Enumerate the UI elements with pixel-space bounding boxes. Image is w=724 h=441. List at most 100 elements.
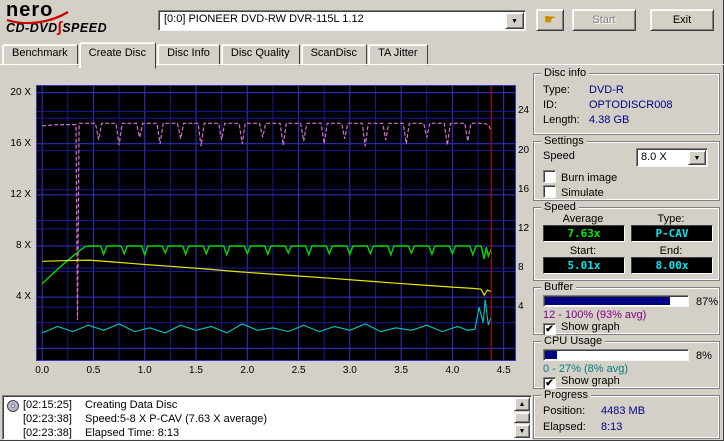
disc-info-group: Disc info Type: DVD-R ID: OPTODISCR008 Len…: [533, 67, 720, 135]
hand-icon: ☛: [543, 11, 557, 27]
cpu-bar-fill: [545, 351, 557, 359]
disc-length-row: Length: 4.38 GB: [543, 114, 630, 126]
scroll-down-arrow-icon[interactable]: ▼: [514, 424, 530, 438]
disc-id-row: ID: OPTODISCR008: [543, 99, 673, 111]
burn-image-checkbox[interactable]: [543, 170, 556, 183]
x-tick: 3.0: [342, 365, 357, 376]
series-buffer-level: [42, 122, 492, 321]
y-left-tick: 20 X: [10, 86, 31, 98]
tab-disc-info[interactable]: Disc Info: [157, 44, 220, 66]
speed-group: Speed Average Type: 7.63x P-CAV Start: E…: [533, 201, 720, 281]
drive-select-value: [0:0] PIONEER DVD-RW DVR-115L 1.12: [164, 13, 364, 25]
log-scrollbar[interactable]: ▲ ▼: [514, 397, 530, 438]
y-right-tick: 12: [518, 222, 530, 234]
speed-select-combobox[interactable]: 8.0 X ▼: [636, 148, 708, 167]
nero-logo: nero CD-DVD∫SPEED: [6, 0, 156, 39]
disc-id-value: OPTODISCR008: [589, 99, 673, 111]
tab-bar: Benchmark Create Disc Disc Info Disc Qua…: [2, 42, 429, 69]
chart-plot-area: [36, 85, 516, 361]
speed-setting-label: Speed: [543, 150, 575, 162]
drive-select-combobox[interactable]: [0:0] PIONEER DVD-RW DVR-115L 1.12 ▼: [158, 10, 526, 31]
cpu-range-text: 0 - 27% (8% avg): [543, 363, 628, 375]
y-left-tick: 8 X: [15, 240, 31, 251]
y-right-tick: 24: [518, 105, 530, 117]
cpu-usage-title: CPU Usage: [541, 335, 606, 347]
disc-length-value: 4.38 GB: [589, 114, 630, 126]
cpu-percent: 8%: [696, 350, 712, 362]
buffer-show-graph-option[interactable]: ✔ Show graph: [543, 321, 620, 336]
buffer-percent: 87%: [696, 296, 719, 308]
buffer-range-text: 12 - 100% (93% avg): [543, 309, 647, 321]
cpu-show-graph-option[interactable]: ✔ Show graph: [543, 375, 620, 390]
y-right-tick: 8: [518, 262, 524, 274]
status-log: [02:15:25] Creating Data Disc [02:23:38] S…: [2, 395, 532, 440]
start-button[interactable]: Start: [572, 9, 636, 31]
scrollbar-thumb[interactable]: [514, 412, 530, 423]
header: nero CD-DVD∫SPEED [0:0] PIONEER DVD-RW D…: [0, 0, 724, 42]
buffer-bar: [543, 295, 689, 307]
progress-group: Progress Position: 4483 MB Elapsed: 8:13: [533, 389, 720, 439]
write-type-display: P-CAV: [631, 225, 713, 242]
burn-hand-icon-button[interactable]: ☛: [536, 9, 564, 31]
y-right-tick: 16: [518, 183, 530, 195]
type-label: Type:: [657, 213, 685, 225]
disc-icon: [7, 400, 19, 412]
x-tick: 1.5: [189, 365, 203, 376]
average-speed-display: 7.63x: [543, 225, 625, 242]
tab-benchmark[interactable]: Benchmark: [2, 44, 78, 66]
y-right-tick: 20: [518, 144, 530, 156]
x-tick: 1.0: [137, 365, 152, 376]
disc-info-title: Disc info: [541, 67, 590, 79]
elapsed-value: 8:13: [601, 421, 623, 433]
cpu-bar: [543, 349, 689, 361]
buffer-group: Buffer 87% 12 - 100% (93% avg) ✔ Show gra…: [533, 281, 720, 336]
end-label: End:: [659, 245, 683, 257]
tab-ta-jitter[interactable]: TA Jitter: [368, 44, 428, 66]
series-write-speed: [41, 245, 493, 285]
cpu-usage-group: CPU Usage 8% 0 - 27% (8% avg) ✔ Show grap…: [533, 335, 720, 390]
x-tick: 2.0: [240, 365, 255, 376]
tab-create-disc[interactable]: Create Disc: [78, 42, 157, 69]
x-tick: 4.5: [496, 365, 511, 376]
y-right-tick: 4: [518, 301, 524, 313]
x-tick: 0.0: [35, 365, 50, 376]
elapsed-row: Elapsed: 8:13: [543, 421, 623, 433]
tab-page-create-disc: 20 X 16 X 12 X 8 X 4 X 24 20 16 12 8 4 0.0 0.5 1.0 1…: [0, 64, 724, 441]
drive-select-dropdown-arrow-icon[interactable]: ▼: [505, 12, 524, 29]
y-left-tick: 4 X: [15, 291, 31, 303]
simulate-option[interactable]: Simulate: [543, 185, 604, 199]
x-tick: 4.0: [445, 365, 460, 376]
settings-title: Settings: [541, 135, 587, 147]
speed-title: Speed: [541, 201, 579, 213]
start-label: Start:: [569, 245, 597, 257]
x-tick: 2.5: [291, 365, 306, 376]
disc-type-row: Type: DVD-R: [543, 84, 624, 96]
average-label: Average: [562, 213, 604, 225]
logo-brand: nero: [6, 0, 54, 21]
position-value: 4483 MB: [601, 405, 646, 417]
speed-select-dropdown-arrow-icon[interactable]: ▼: [688, 150, 706, 165]
exit-button[interactable]: Exit: [650, 9, 714, 31]
speed-chart: 20 X 16 X 12 X 8 X 4 X 24 20 16 12 8 4 0.0 0.5 1.0 1…: [4, 73, 532, 381]
series-rotation-speed: [42, 259, 492, 297]
x-axis-labels: 0.0 0.5 1.0 1.5 2.0 2.5 3.0 3.5 4.0 4.5: [35, 365, 516, 379]
end-speed-display: 8.00x: [631, 257, 713, 274]
simulate-checkbox[interactable]: [543, 185, 556, 198]
series-cpu-usage: [41, 299, 492, 334]
start-speed-display: 5.01x: [543, 257, 625, 274]
scroll-up-arrow-icon[interactable]: ▲: [514, 397, 530, 411]
settings-group: Settings Speed 8.0 X ▼ Burn image Simula…: [533, 135, 720, 201]
y-left-tick: 12 X: [10, 188, 31, 200]
speed-select-value: 8.0 X: [641, 151, 667, 163]
nero-cd-dvd-speed-window: nero CD-DVD∫SPEED [0:0] PIONEER DVD-RW D…: [0, 0, 724, 441]
y-left-tick: 16 X: [10, 137, 31, 149]
burn-image-option[interactable]: Burn image: [543, 170, 617, 184]
y-axis-left-labels: 20 X 16 X 12 X 8 X 4 X: [4, 73, 33, 373]
progress-title: Progress: [541, 389, 592, 401]
x-tick: 0.5: [86, 365, 101, 376]
position-row: Position: 4483 MB: [543, 405, 646, 417]
tab-disc-quality[interactable]: Disc Quality: [220, 44, 300, 66]
tab-scandisc[interactable]: ScanDisc: [300, 44, 368, 66]
disc-type-value: DVD-R: [589, 84, 624, 96]
x-tick: 3.5: [394, 365, 409, 376]
